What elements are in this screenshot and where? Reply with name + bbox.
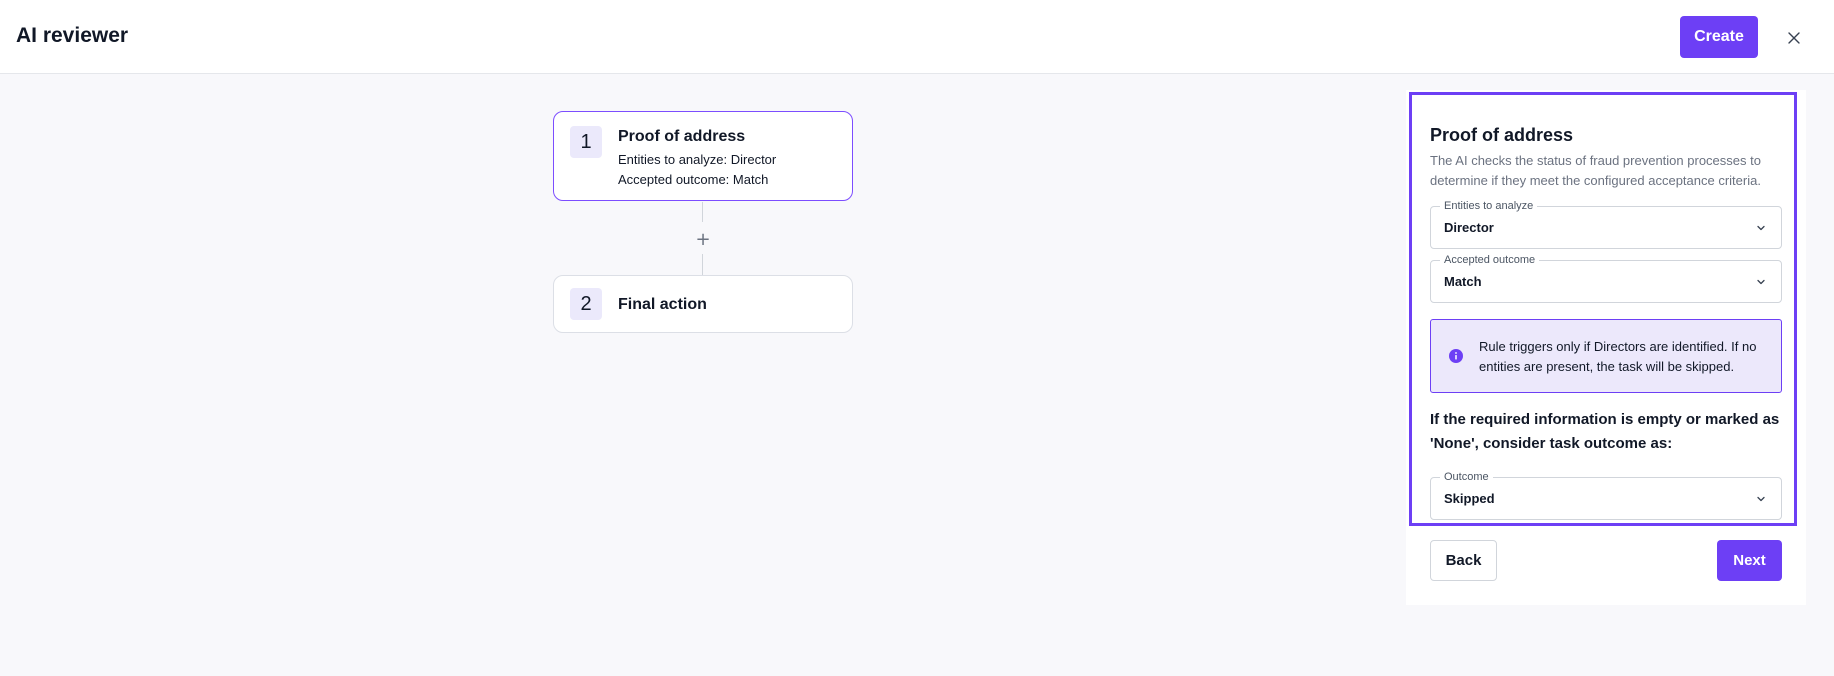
workflow-step-final-action[interactable]: 2 Final action [553,275,853,333]
close-button[interactable] [1780,24,1808,52]
info-callout: Rule triggers only if Directors are iden… [1430,319,1782,393]
step-connector [702,202,703,222]
info-text: Rule triggers only if Directors are iden… [1479,339,1757,374]
step-detail-entities: Entities to analyze: Director [618,152,777,167]
step-title: Final action [618,296,707,313]
workflow-step-proof-of-address[interactable]: 1 Proof of address Entities to analyze: … [553,111,853,201]
info-icon [1449,349,1463,363]
outcome-select[interactable]: Outcome Skipped [1430,471,1782,520]
page-title: AI reviewer [16,24,129,47]
chevron-down-icon [1757,496,1765,502]
step-number-badge: 1 [570,126,602,158]
back-button[interactable]: Back [1430,540,1497,581]
field-value: Skipped [1444,491,1495,506]
field-label: Outcome [1440,471,1493,483]
chevron-down-icon [1757,225,1765,231]
panel-title: Proof of address [1430,125,1574,145]
field-value: Director [1444,220,1494,235]
top-bar: AI reviewer Create [0,0,1834,74]
entities-to-analyze-select[interactable]: Entities to analyze Director [1430,200,1782,249]
create-button[interactable]: Create [1680,16,1758,58]
step-connector [702,254,703,275]
empty-info-question: If the required information is empty or … [1430,411,1780,452]
chevron-down-icon [1757,279,1765,285]
step-detail-outcome: Accepted outcome: Match [618,172,769,187]
field-value: Match [1444,274,1482,289]
panel-description: The AI checks the status of fraud preven… [1430,153,1761,188]
step-number-badge: 2 [570,288,602,320]
step-title: Proof of address [618,128,746,145]
next-button[interactable]: Next [1717,540,1782,581]
field-label: Accepted outcome [1440,254,1540,266]
field-label: Entities to analyze [1440,200,1538,212]
accepted-outcome-select[interactable]: Accepted outcome Match [1430,254,1782,303]
close-icon [1788,32,1800,44]
add-step-button[interactable]: + [692,228,714,250]
